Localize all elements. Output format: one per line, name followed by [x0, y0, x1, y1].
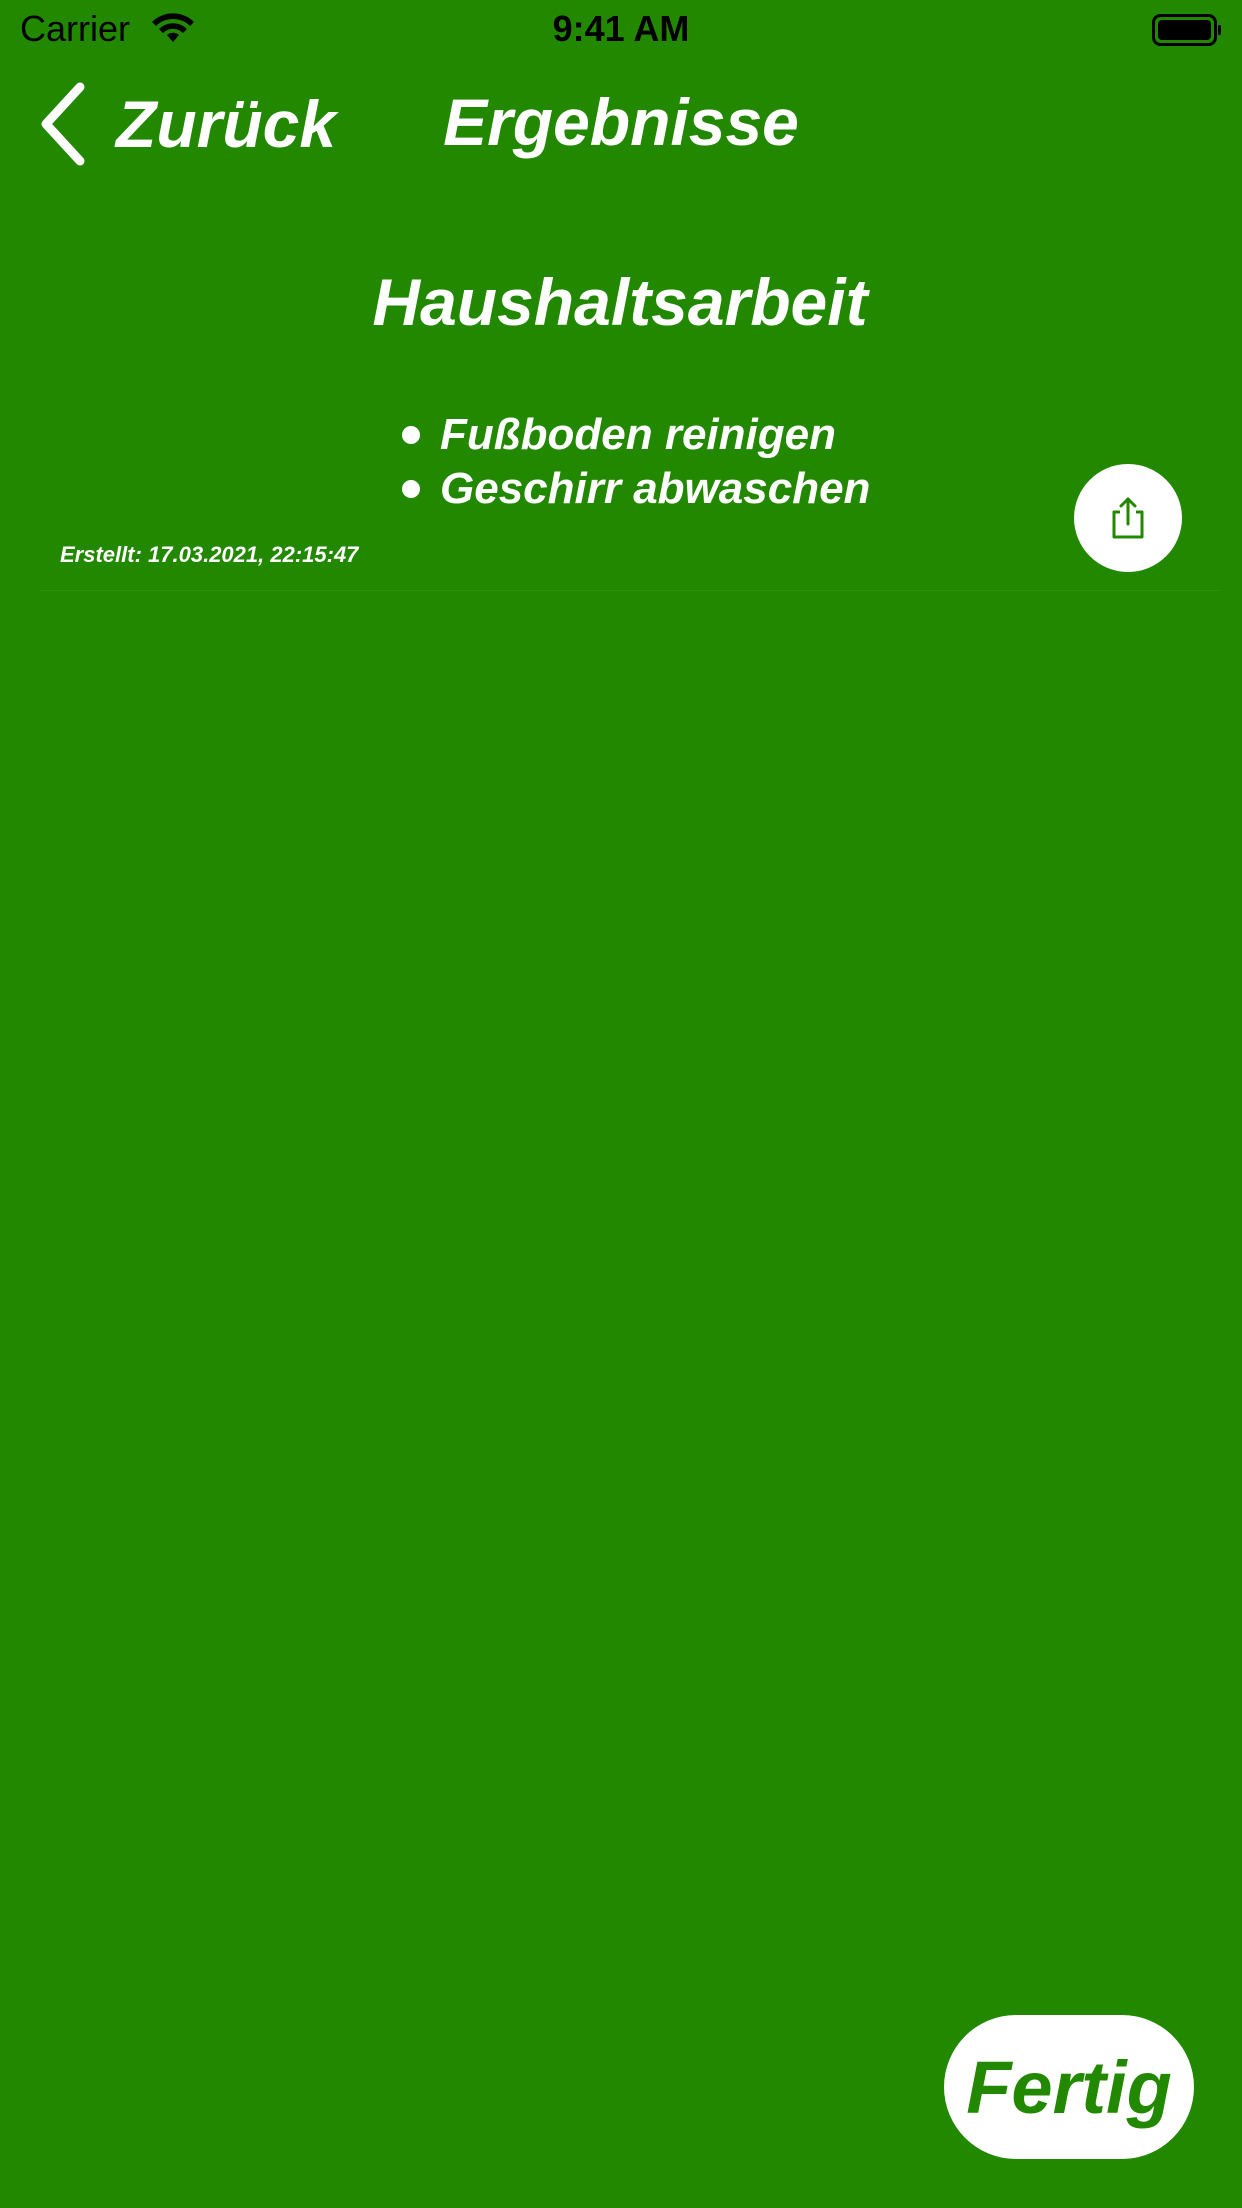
result-card: Haushaltsarbeit Fußboden reinigen Geschi… — [40, 240, 1220, 591]
share-button[interactable] — [1074, 464, 1182, 572]
page-title: Ergebnisse — [443, 85, 799, 159]
list-item: Fußboden reinigen — [402, 408, 870, 462]
status-time: 9:41 AM — [552, 8, 690, 49]
battery-icon — [1152, 14, 1221, 46]
navigation-bar: Zurück Ergebnisse — [0, 64, 1242, 184]
result-list: Fußboden reinigen Geschirr abwaschen — [402, 408, 870, 516]
list-item-label: Fußboden reinigen — [440, 410, 836, 459]
list-item-label: Geschirr abwaschen — [440, 464, 871, 513]
created-timestamp: Erstellt: 17.03.2021, 22:15:47 — [60, 542, 359, 567]
share-icon — [1112, 497, 1144, 539]
bullet-icon — [402, 480, 420, 498]
done-label: Fertig — [966, 2045, 1172, 2129]
bullet-icon — [402, 426, 420, 444]
done-button[interactable]: Fertig — [944, 2015, 1194, 2159]
result-title: Haushaltsarbeit — [372, 265, 868, 339]
list-item: Geschirr abwaschen — [402, 462, 870, 516]
status-bar: Carrier 9:41 AM — [0, 0, 1242, 60]
